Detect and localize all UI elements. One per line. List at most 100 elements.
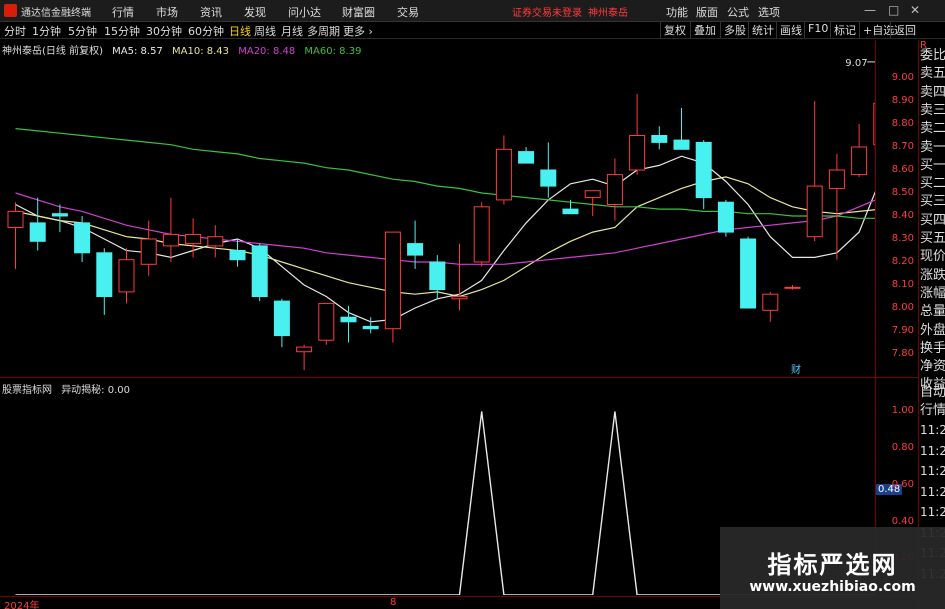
menu-bar: 通达信金融终端 行情 市场 资讯 发现 问小达 财富圈 交易 证券交易未登录 神…: [0, 0, 945, 22]
menu-discover[interactable]: 发现: [244, 4, 266, 20]
candle[interactable]: [318, 302, 335, 345]
candle[interactable]: [7, 202, 24, 269]
maximize-icon[interactable]: □: [888, 3, 899, 17]
candle[interactable]: [473, 202, 490, 267]
side-field-label: 买二: [920, 176, 945, 192]
period-multi[interactable]: 多周期: [307, 23, 340, 39]
menu-functions[interactable]: 功能: [666, 4, 688, 20]
candle[interactable]: [806, 101, 823, 242]
period-30min[interactable]: 30分钟: [146, 23, 182, 39]
mark-button[interactable]: 标记: [830, 22, 859, 38]
minimize-icon[interactable]: —: [864, 3, 876, 17]
tick-time: 11:2: [920, 443, 945, 458]
side-field-label: 外盘: [920, 322, 945, 338]
price-axis: 9.00 8.90 8.80 8.70 8.60 8.50 8.40 8.30 8.20 8.10…: [875, 40, 918, 377]
period-60min[interactable]: 60分钟: [188, 23, 224, 39]
period-5min[interactable]: 5分钟: [68, 23, 97, 39]
candle[interactable]: [96, 248, 113, 315]
side-field-label: 买五: [920, 231, 945, 246]
menu-formula[interactable]: 公式: [727, 4, 749, 20]
multi-stock-button[interactable]: 多股: [720, 22, 749, 38]
candle[interactable]: [673, 107, 690, 150]
side-field-label: 卖三: [920, 102, 945, 118]
candle[interactable]: [717, 199, 734, 237]
f10-button[interactable]: F10: [804, 22, 831, 38]
side-tab-label[interactable]: 行情: [920, 403, 945, 418]
back-button[interactable]: 返回: [890, 22, 919, 38]
candle[interactable]: [518, 147, 535, 164]
side-field-label: 委比: [920, 48, 945, 63]
month-label: 8: [390, 597, 397, 608]
menu-layout[interactable]: 版面: [696, 4, 718, 20]
candle[interactable]: [74, 216, 91, 262]
price-tick: 8.40: [891, 210, 914, 221]
price-tick: 8.30: [891, 233, 914, 244]
period-intraday[interactable]: 分时: [4, 23, 26, 39]
price-tick: 8.90: [891, 95, 914, 106]
candle[interactable]: [762, 291, 779, 322]
period-more[interactable]: 更多 ›: [343, 23, 373, 39]
candle[interactable]: [251, 243, 268, 302]
candle[interactable]: [296, 344, 313, 371]
candle[interactable]: [828, 153, 845, 260]
side-field-label: 买四: [920, 212, 945, 228]
watermark-title: 指标严选网: [767, 551, 898, 579]
watermark-url: www.xuezhibiao.com: [749, 579, 916, 595]
period-1min[interactable]: 1分钟: [32, 23, 61, 39]
adjust-button[interactable]: 复权: [660, 22, 689, 38]
period-monthly[interactable]: 月线: [281, 23, 303, 39]
menu-wealth[interactable]: 财富圈: [342, 4, 375, 20]
side-field-label: 买一: [920, 157, 945, 173]
indicator-tick: 1.00: [891, 405, 914, 417]
candle[interactable]: [784, 285, 801, 290]
candle[interactable]: [651, 126, 668, 150]
stock-tag: 神州泰岳: [588, 8, 628, 19]
year-label: 2024年: [4, 601, 40, 609]
price-tick: 7.90: [891, 325, 914, 336]
candle[interactable]: [273, 298, 290, 348]
candle[interactable]: [629, 94, 646, 175]
candle[interactable]: [851, 124, 868, 177]
side-field-label: 总量: [920, 304, 945, 320]
side-tab-label[interactable]: 自动: [920, 385, 945, 400]
menu-quotes[interactable]: 行情: [112, 4, 134, 20]
candlestick-chart[interactable]: 9.07 ← 7.73 财: [0, 55, 875, 377]
side-field-label: 涨幅: [920, 285, 945, 301]
price-tick: 8.10: [891, 279, 914, 290]
period-weekly[interactable]: 周线: [254, 23, 276, 39]
side-field-label: 卖一: [920, 139, 945, 155]
tick-time: 11:2: [920, 464, 945, 478]
menu-ask[interactable]: 问小达: [288, 4, 321, 20]
period-daily[interactable]: 日线: [229, 23, 251, 39]
quote-side-panel[interactable]: R 委比 卖五 卖四 卖三 卖二 卖一 买一 买二 买三 买四 买五 现价 涨跌 涨幅 总量 外盘 换手 净资 收益自…: [918, 40, 945, 609]
candle[interactable]: [162, 197, 179, 262]
statistics-button[interactable]: 统计: [748, 22, 777, 38]
candle[interactable]: [340, 305, 357, 343]
candle[interactable]: [740, 236, 757, 309]
candle[interactable]: [118, 248, 135, 304]
overlay-button[interactable]: 叠加: [690, 22, 719, 38]
price-tick: 8.60: [891, 164, 914, 175]
menu-options[interactable]: 选项: [758, 4, 780, 20]
draw-line-button[interactable]: 画线: [776, 22, 805, 38]
candle[interactable]: [384, 231, 401, 343]
menu-trade[interactable]: 交易: [397, 4, 419, 20]
candle[interactable]: [229, 239, 246, 267]
tick-time: 11:2: [920, 505, 945, 519]
candle[interactable]: [540, 142, 557, 198]
candle[interactable]: [606, 158, 623, 221]
menu-market[interactable]: 市场: [156, 4, 178, 20]
candle[interactable]: [495, 135, 512, 205]
period-15min[interactable]: 15分钟: [104, 23, 140, 39]
candle[interactable]: [51, 204, 68, 233]
candle[interactable]: [584, 190, 601, 216]
close-icon[interactable]: ✕: [910, 3, 920, 17]
candle[interactable]: [29, 197, 46, 251]
candle[interactable]: [451, 243, 468, 311]
side-field-label: 卖二: [920, 121, 945, 137]
menu-news[interactable]: 资讯: [200, 4, 222, 20]
login-notice[interactable]: 证券交易未登录: [512, 4, 582, 19]
candle[interactable]: [695, 140, 712, 210]
candle[interactable]: [207, 225, 224, 258]
event-marker[interactable]: 财: [791, 363, 801, 376]
